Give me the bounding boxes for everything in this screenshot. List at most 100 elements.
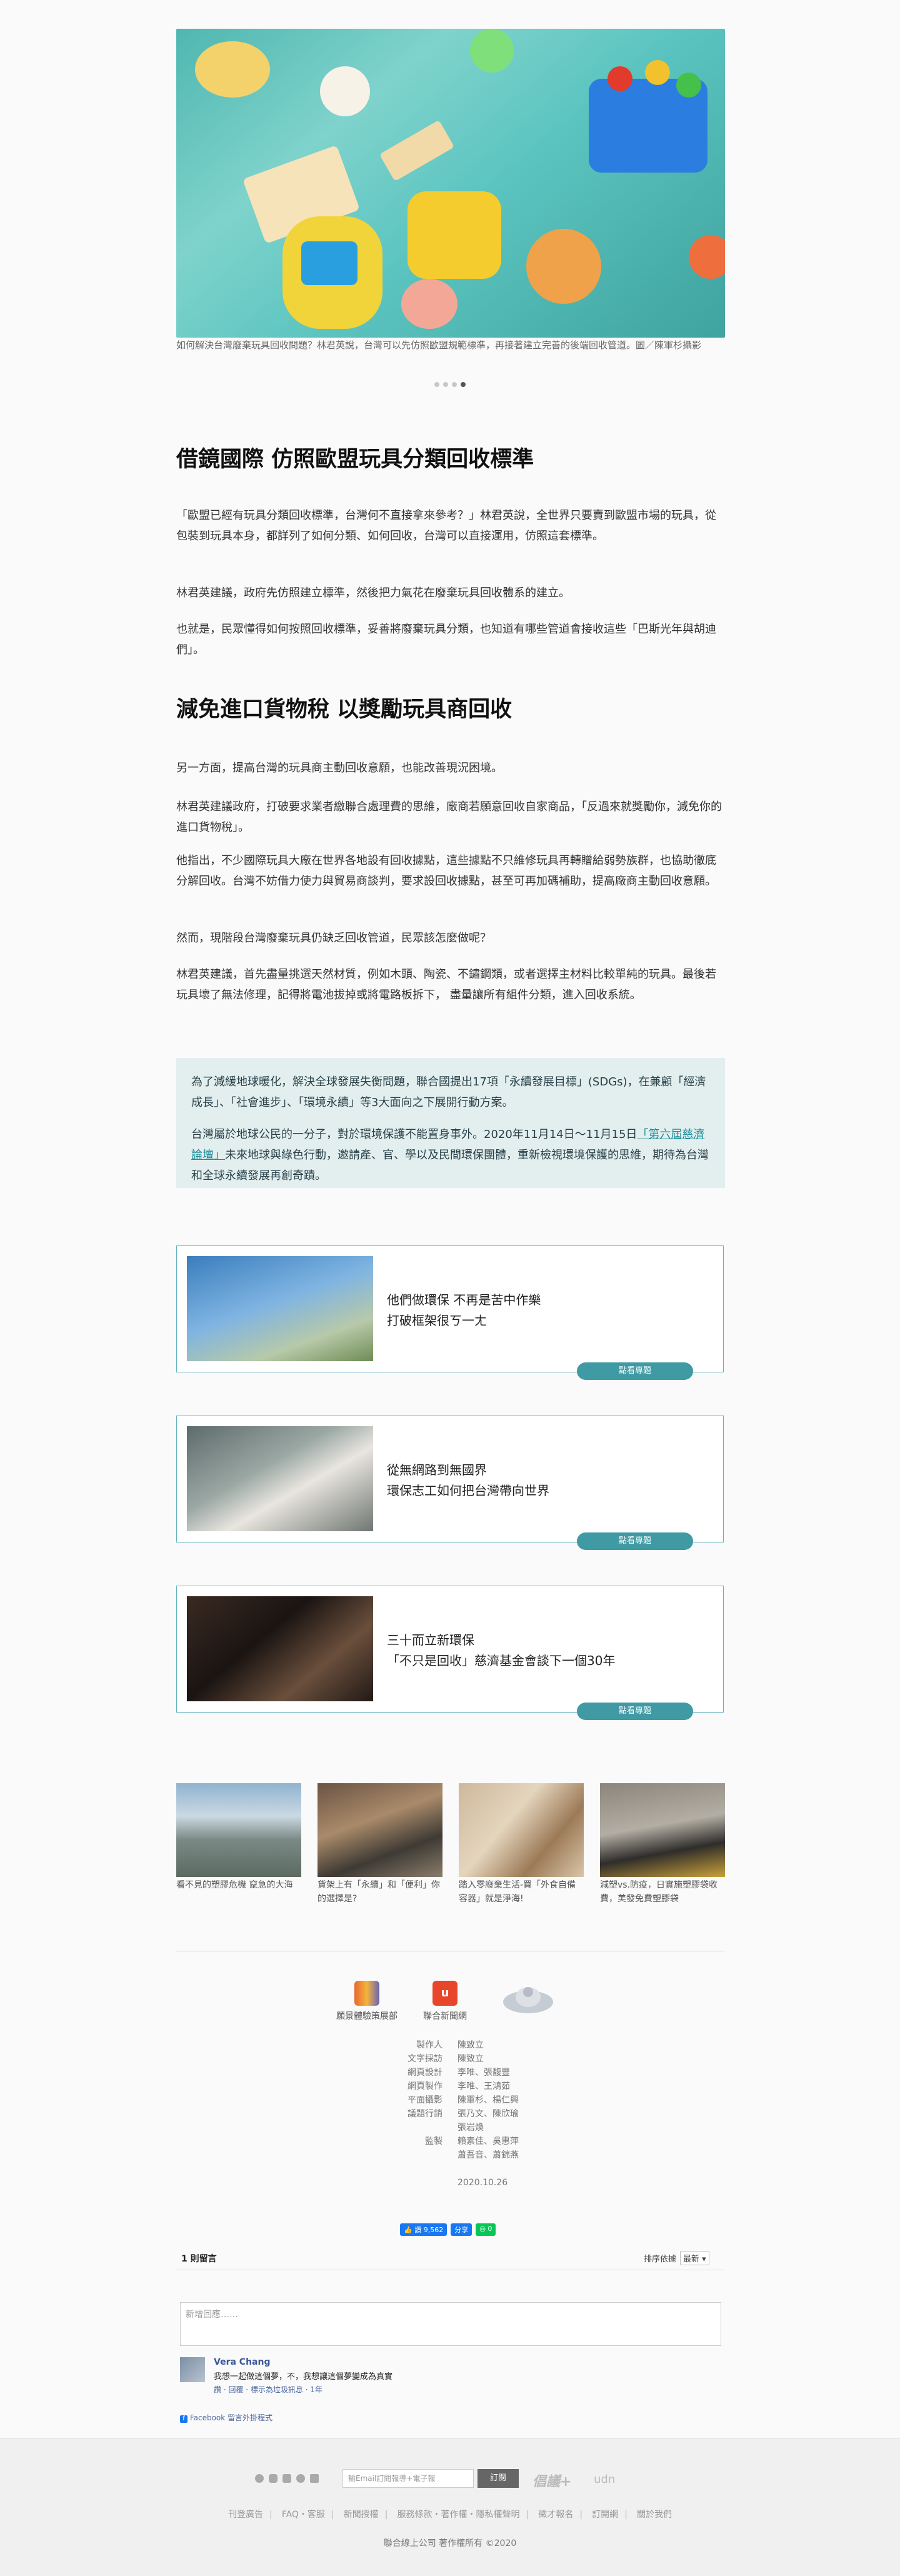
footer-link[interactable]: 關於我們 [637,2508,672,2520]
view-feature-button[interactable]: 點看專題 [577,1532,693,1550]
sort-value: 最新 [683,2255,700,2264]
text: 台灣屬於地球公民的一分子，對於環境保護不能置身事外。2020年11月14日～11… [191,1128,638,1141]
youtube-icon[interactable] [282,2474,291,2483]
feature-card[interactable]: 他們做環保 不再是苦中作樂 打破框架很ㄎ一ㄤ 點看專題 [176,1245,724,1380]
instagram-icon[interactable] [269,2474,278,2483]
card-title-line: 從無網路到無國界 [387,1462,487,1477]
highlight-box: 為了減緩地球暖化，解決全球發展失衡問題，聯合國提出17項「永續發展目標」(SDG… [176,1058,725,1188]
sort-select[interactable]: 最新 ▾ [680,2251,709,2265]
related-thumbnail [600,1783,725,1877]
sort-label: 排序依據 [644,2255,677,2264]
view-feature-button[interactable]: 點看專題 [577,1703,693,1720]
credit-role: 監製 [425,2136,442,2146]
credit-names: 李唯、王鴻茹 [458,2081,510,2091]
credit-role: 網頁製作 [408,2081,442,2091]
hero-caption: 如何解決台灣廢棄玩具回收問題？林君英說，台灣可以先仿照歐盟規範標準，再接著建立完… [176,340,702,351]
comment-sort: 排序依據 最新 ▾ [644,2251,709,2265]
related-title: 踏入零廢棄生活-買「外食自備容器」就是淨海! [459,1880,576,1904]
carousel-dot[interactable] [452,382,457,387]
line-share-button[interactable]: ◎ 0 [476,2223,496,2236]
footer-link[interactable]: 徵才報名 [538,2508,573,2520]
footer-link[interactable]: 刊登廣告 [228,2508,263,2520]
credit-names: 張岩煥 [458,2123,484,2133]
carousel-dot[interactable] [443,382,448,387]
related-story[interactable]: 貨架上有「永續」和「便利」你的選擇是? [318,1783,442,1906]
section-heading: 借鏡國際 仿照歐盟玩具分類回收標準 [176,447,534,472]
text: 未來地球與綠色行動，邀請產、官、學以及民間環保團體，重新檢視環境保護的思維，期待… [191,1149,709,1182]
credit-row: 蕭吾音、蕭錦燕 [0,2148,900,2162]
udn-footer-logo[interactable]: udn [594,2473,615,2486]
credit-names: 李唯、張馥豐 [458,2068,510,2078]
view-feature-button[interactable]: 點看專題 [577,1362,693,1380]
copyright: 聯合線上公司 著作權所有 ©2020 [383,2538,517,2548]
subscribe-button[interactable]: 訂閱 [478,2469,519,2488]
visual-logo[interactable]: 願景體驗策展部 [332,1981,401,2022]
like-count: 讚 9,562 [414,2226,444,2234]
email-subscribe-input[interactable]: 輸Email訂閱報導+電子報 [342,2469,474,2488]
udn-logo[interactable]: u 聯合新聞網 [414,1981,476,2022]
footer-link[interactable]: 訂閱網 [592,2508,618,2520]
credit-names: 陳軍杉、楊仁興 [458,2095,519,2105]
toy-shape [401,279,458,329]
toy-shape [195,41,270,98]
comment-actions[interactable]: 讚 · 回覆 · 標示為垃圾訊息 · 1年 [214,2384,392,2395]
credit-role: 文字採訪 [408,2054,442,2064]
card-title: 從無網路到無國界環保志工如何把台灣帶向世界 [387,1460,549,1501]
facebook-icon: f [180,2415,188,2423]
related-story[interactable]: 踏入零廢棄生活-買「外食自備容器」就是淨海! [459,1783,584,1906]
card-thumbnail [187,1256,373,1361]
credit-row: 網頁設計 李唯、張馥豐 [0,2066,900,2080]
credit-row: 製作人 陳致立 [0,2038,900,2052]
paragraph: 然而，現階段台灣廢棄玩具仍缺乏回收管道，民眾該怎麼做呢？ [176,932,491,945]
feature-card[interactable]: 從無網路到無國界環保志工如何把台灣帶向世界 點看專題 [176,1416,724,1550]
visual-logo-icon [354,1981,379,2006]
card-title-line: 「不只是回收」慈濟基金會談下一個30年 [387,1653,616,1668]
hero-image [176,29,725,338]
toy-shape [301,241,358,285]
line-icon[interactable] [296,2474,305,2483]
toy-shape [676,73,701,98]
footer-link[interactable]: 新聞授權 [344,2508,379,2520]
related-story[interactable]: 減塑vs.防疫，日實施塑膠袋收費，美發免費塑膠袋 [600,1783,725,1906]
credits: 製作人 陳致立 文字採訪 陳致立 網頁設計 李唯、張馥豐 網頁製作 李唯、王鴻茹 平面攝… [0,2038,900,2190]
carousel-dot[interactable] [434,382,439,387]
facebook-share-button[interactable]: 分享 [451,2223,472,2236]
related-thumbnail [176,1783,301,1877]
paragraph: 林君英建議，首先盡量挑選天然材質，例如木頭、陶瓷、不鏽鋼類，或者選擇主材料比較單… [176,968,716,1002]
paragraph: 林君英建議，政府先仿照建立標準，然後把力氣花在廢棄玩具回收體系的建立。 [176,586,570,600]
toy-shape [320,66,370,116]
tzuchi-logo[interactable] [500,1981,556,2018]
brand-logo[interactable]: 倡議+ [532,2470,571,2490]
toy-shape [689,235,725,279]
rss-icon[interactable] [310,2474,319,2483]
footer-link[interactable]: FAQ・客服 [282,2508,325,2520]
comment-item: Vera Chang 我想一起做這個夢，不，我想讓這個夢變成為真實 讚 · 回覆… [214,2357,392,2395]
carousel-dot-active[interactable] [461,382,466,387]
related-title: 貨架上有「永續」和「便利」你的選擇是? [318,1880,440,1904]
card-title-line: 三十而立新環保 [387,1633,474,1648]
card-title: 三十而立新環保「不只是回收」慈濟基金會談下一個30年 [387,1630,615,1671]
credit-row: 平面攝影 陳軍杉、楊仁興 [0,2093,900,2107]
card-title-line: 環保志工如何把台灣帶向世界 [387,1483,549,1498]
paragraph: 林君英建議政府，打破要求業者繳聯合處理費的思維，廠商若願意回收自家商品，「反過來… [176,800,722,834]
card-title-line: 打破框架很ㄎ一ㄤ [387,1313,487,1328]
footer-link[interactable]: 服務條款・著作權・隱私權聲明 [398,2508,520,2520]
feature-card[interactable]: 三十而立新環保「不只是回收」慈濟基金會談下一個30年 點看專題 [176,1586,724,1720]
credit-row: 監製 賴素佳、吳惠萍 [0,2135,900,2148]
card-title-line: 他們做環保 不再是苦中作樂 [387,1292,541,1307]
facebook-plugin-label: Facebook 留言外掛程式 [189,2413,273,2422]
related-story[interactable]: 看不見的塑膠危機 竄急的大海 [176,1783,301,1892]
toy-shape [608,66,632,91]
udn-logo-icon: u [432,1981,458,2006]
facebook-like-button[interactable]: 👍 讚 9,562 [400,2223,448,2236]
site-footer: 輸Email訂閱報導+電子報 訂閱 倡議+ udn 刊登廣告 | FAQ・客服 | … [0,2438,900,2576]
facebook-plugin-link[interactable]: f Facebook 留言外掛程式 [180,2412,272,2423]
comment-author[interactable]: Vera Chang [214,2357,392,2367]
facebook-icon[interactable] [255,2474,264,2483]
related-thumbnail [318,1783,442,1877]
comment-input[interactable]: 新增回應…… [180,2302,721,2346]
credit-role: 平面攝影 [408,2095,442,2105]
highlight-paragraph: 為了減緩地球暖化，解決全球發展失衡問題，聯合國提出17項「永續發展目標」(SDG… [191,1075,706,1109]
avatar[interactable] [180,2357,205,2382]
social-buttons: 👍 讚 9,562 分享 ◎ 0 [400,2223,496,2236]
